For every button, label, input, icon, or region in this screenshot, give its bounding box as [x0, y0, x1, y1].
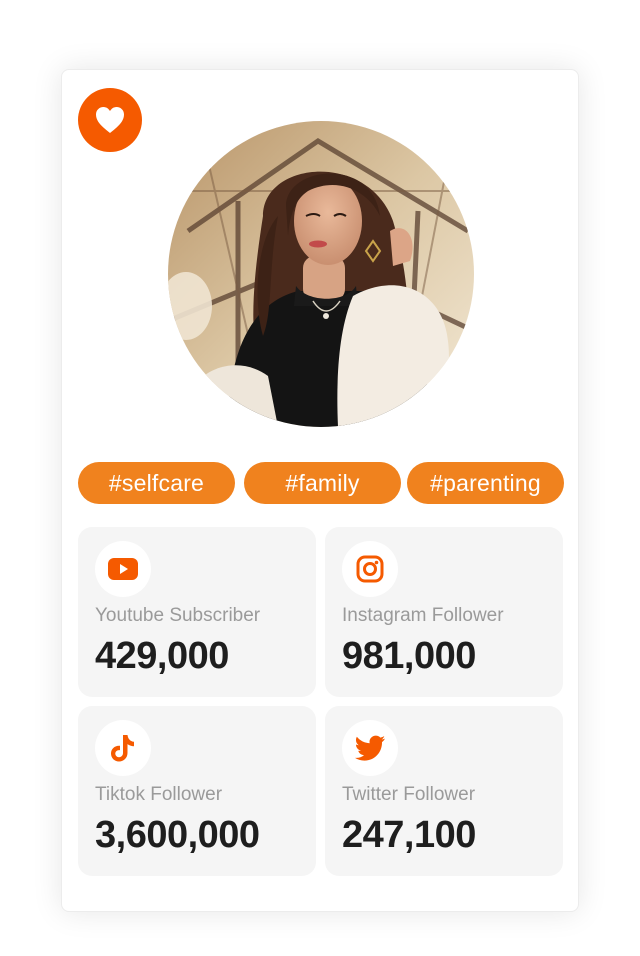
favorite-button[interactable] — [78, 88, 142, 152]
youtube-stat-card: Youtube Subscriber 429,000 — [78, 527, 316, 697]
tag-parenting[interactable]: #parenting — [407, 462, 564, 504]
stat-value: 981,000 — [342, 635, 476, 677]
profile-photo — [168, 121, 474, 427]
stat-label: Youtube Subscriber — [95, 605, 261, 626]
stat-label: Tiktok Follower — [95, 784, 223, 805]
stat-label: Instagram Follower — [342, 605, 504, 626]
tag-selfcare[interactable]: #selfcare — [78, 462, 235, 504]
hashtag-list: #selfcare #family #parenting — [78, 462, 564, 504]
stat-label: Twitter Follower — [342, 784, 476, 805]
stat-value: 429,000 — [95, 635, 229, 677]
twitter-icon-badge — [342, 720, 398, 776]
twitter-stat-card: Twitter Follower 247,100 — [325, 706, 563, 876]
tiktok-stat-card: Tiktok Follower 3,600,000 — [78, 706, 316, 876]
instagram-icon-badge — [342, 541, 398, 597]
stat-value: 3,600,000 — [95, 814, 260, 856]
tiktok-icon-badge — [95, 720, 151, 776]
stat-value: 247,100 — [342, 814, 476, 856]
instagram-stat-card: Instagram Follower 981,000 — [325, 527, 563, 697]
youtube-icon-badge — [95, 541, 151, 597]
youtube-icon — [108, 558, 138, 580]
heart-icon — [96, 107, 124, 133]
instagram-icon — [356, 555, 384, 583]
twitter-icon — [355, 735, 385, 761]
influencer-profile-card: #selfcare #family #parenting Youtube Sub… — [61, 69, 579, 912]
tag-family[interactable]: #family — [244, 462, 401, 504]
tiktok-icon — [111, 735, 134, 762]
